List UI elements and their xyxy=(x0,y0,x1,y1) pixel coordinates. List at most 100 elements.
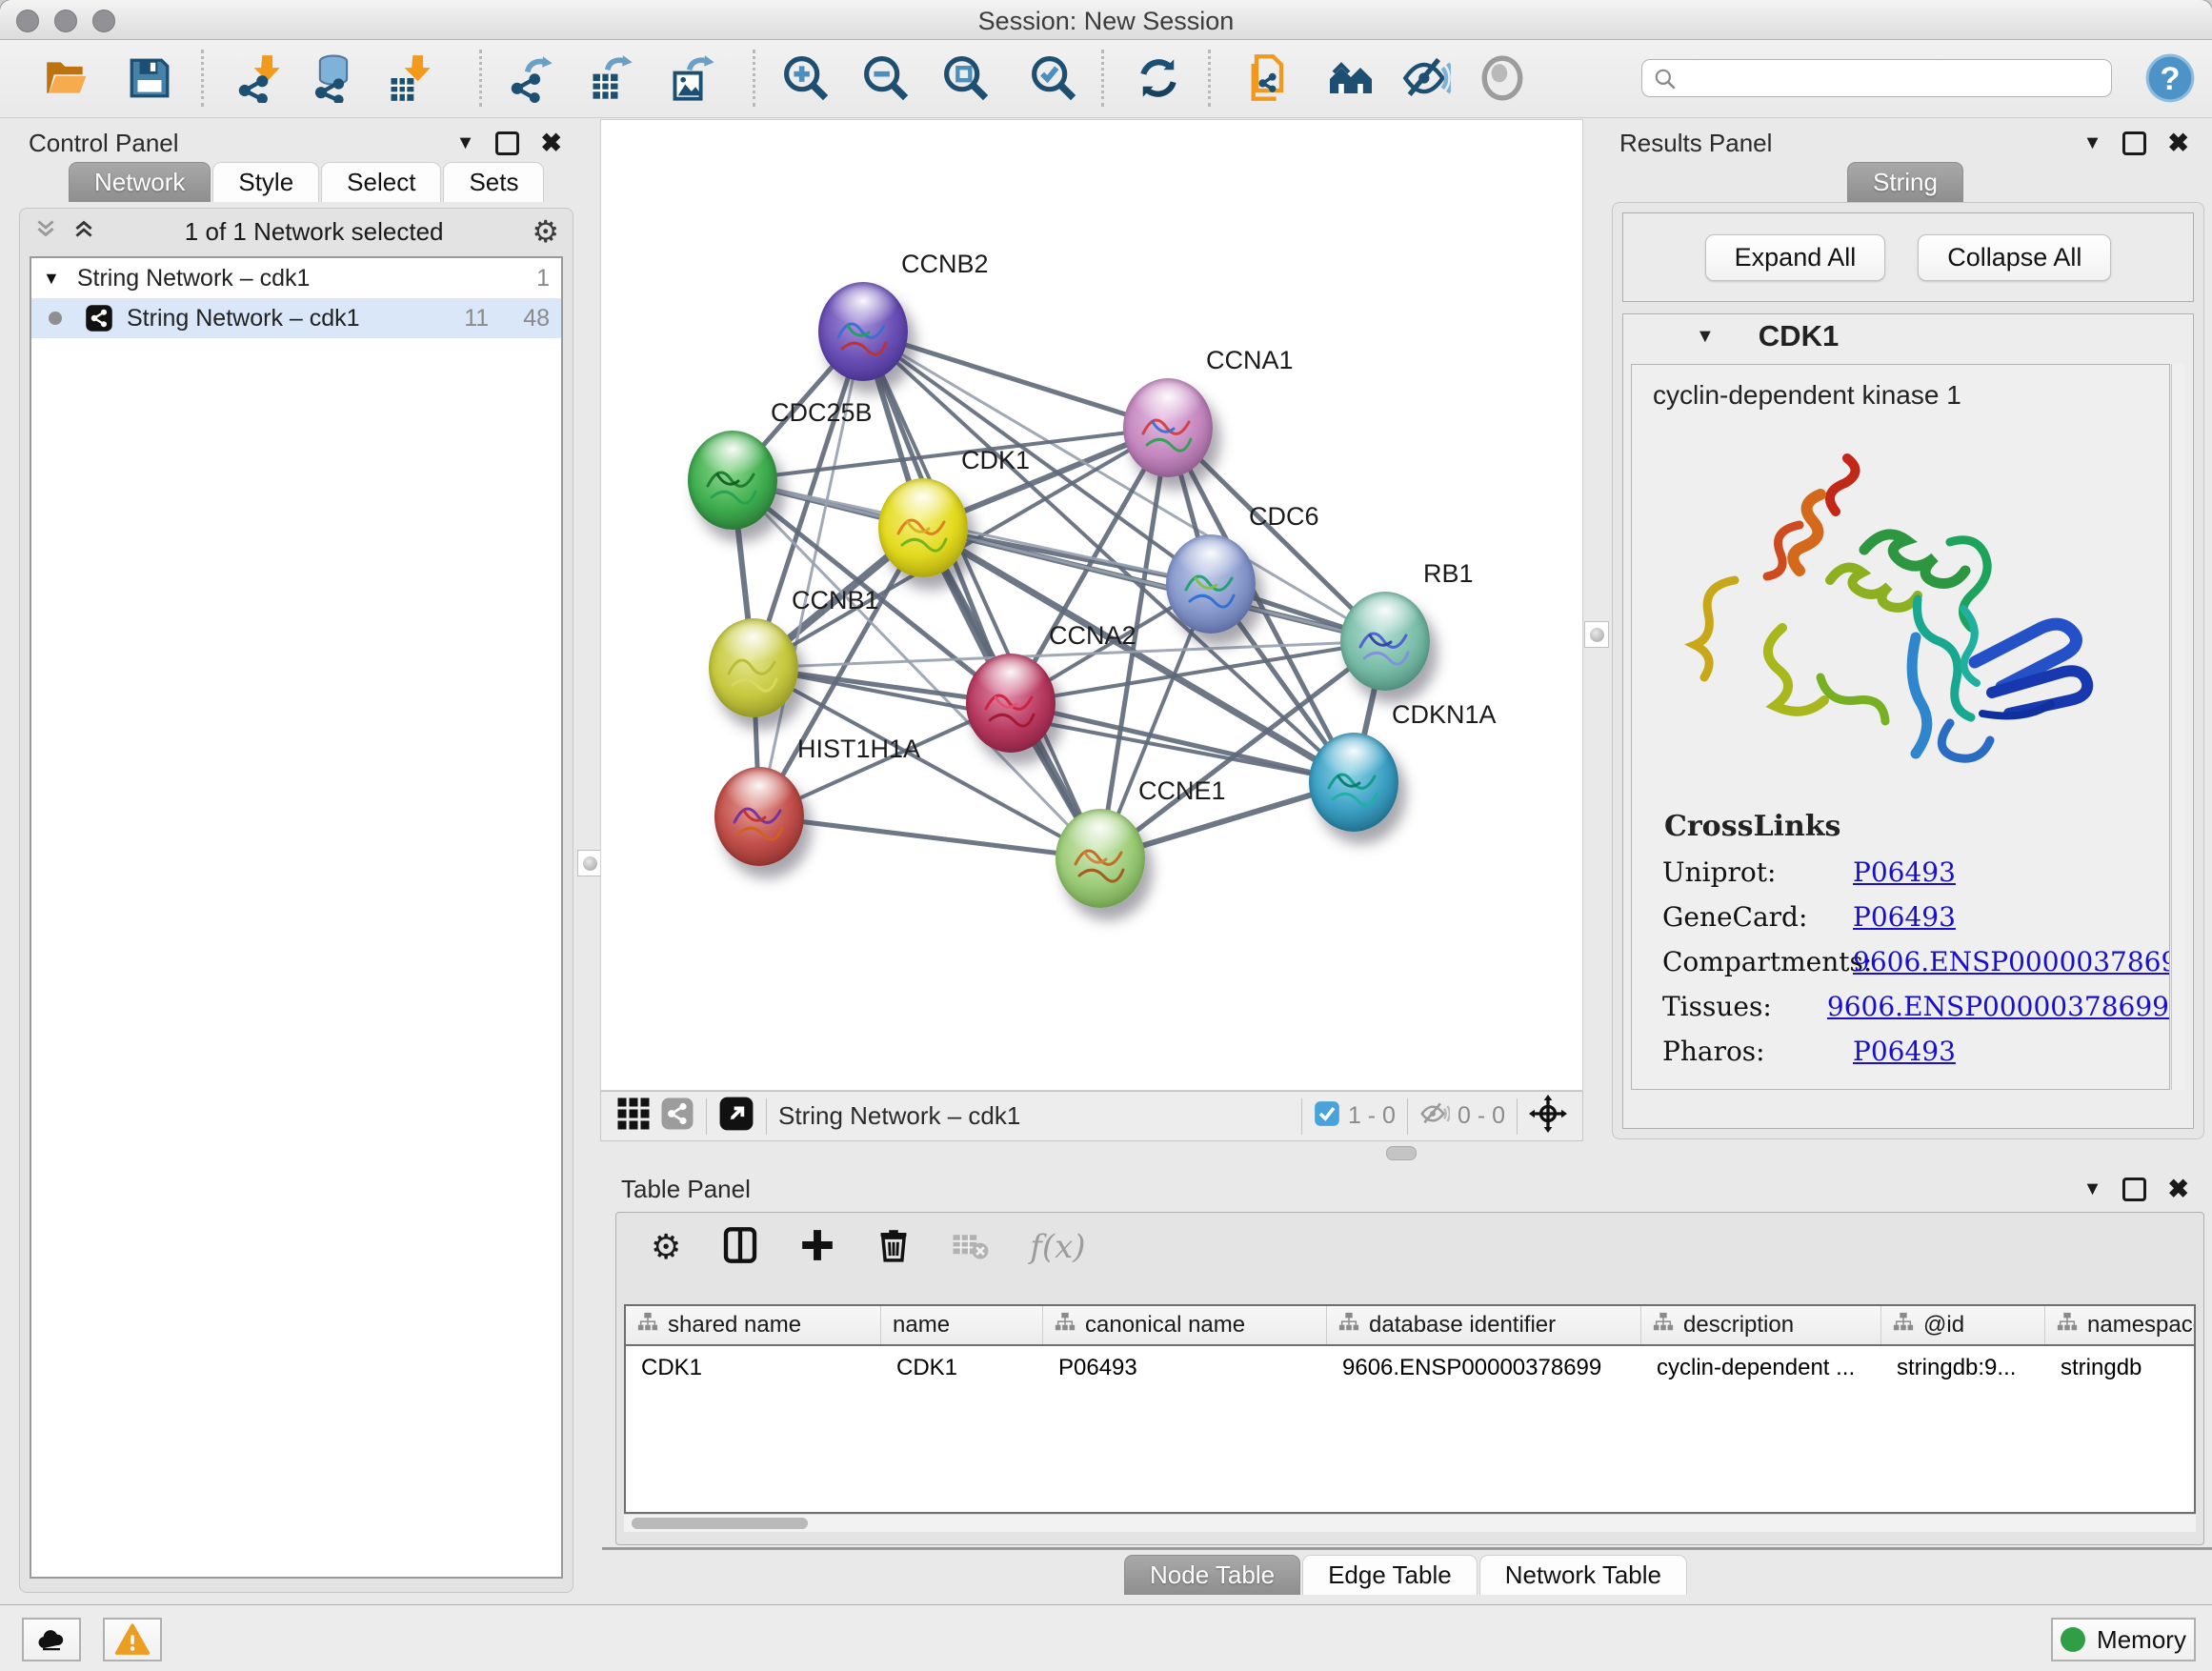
export-network-icon[interactable] xyxy=(507,53,556,103)
show-neighbors-icon[interactable] xyxy=(1326,53,1376,103)
cloud-status-button[interactable] xyxy=(22,1618,81,1661)
import-table-icon[interactable] xyxy=(385,53,434,103)
table-hscrollbar[interactable] xyxy=(624,1514,2196,1532)
help-icon[interactable]: ? xyxy=(2145,53,2195,103)
zoom-out-icon[interactable] xyxy=(861,53,911,103)
column-header-name[interactable]: name xyxy=(881,1306,1043,1344)
network-node-CCNE1[interactable] xyxy=(1056,809,1145,908)
crosslink-link[interactable]: 9606.ENSP00000378699 xyxy=(1853,946,2170,977)
left-splitter-handle[interactable] xyxy=(577,850,602,876)
tab-node-table[interactable]: Node Table xyxy=(1124,1555,1300,1595)
network-node-CDC6[interactable] xyxy=(1166,534,1256,634)
gene-section-header[interactable]: ▼ CDK1 xyxy=(1623,314,2193,358)
tab-select[interactable]: Select xyxy=(321,162,441,202)
column-header-description[interactable]: description xyxy=(1641,1306,1881,1344)
collection-expander-icon[interactable]: ▼ xyxy=(43,269,60,289)
warning-status-button[interactable] xyxy=(103,1618,162,1661)
duplicate-network-icon[interactable] xyxy=(1244,53,1294,103)
save-session-icon[interactable] xyxy=(125,53,174,103)
section-expander-icon[interactable]: ▼ xyxy=(1696,326,1715,348)
table-cell[interactable]: CDK1 xyxy=(881,1346,1043,1388)
column-header-namespace[interactable]: namespace xyxy=(2045,1306,2196,1344)
crosslink-link[interactable]: P06493 xyxy=(1853,1036,1956,1067)
network-node-CDC25B[interactable] xyxy=(688,431,777,530)
column-header-label: @id xyxy=(1923,1312,1964,1339)
collapse-all-button[interactable]: Collapse All xyxy=(1918,234,2111,281)
show-columns-icon[interactable] xyxy=(721,1226,759,1269)
panel-menu-icon[interactable]: ▼ xyxy=(456,132,475,154)
table-row[interactable]: CDK1CDK1P064939606.ENSP00000378699cyclin… xyxy=(626,1346,2194,1388)
network-node-HIST1H1A[interactable] xyxy=(714,767,804,866)
network-edge-CCNB2-CCNE1[interactable] xyxy=(863,332,1100,858)
tab-style[interactable]: Style xyxy=(212,162,319,202)
zoom-selected-icon[interactable] xyxy=(1029,53,1078,103)
tab-network[interactable]: Network xyxy=(69,162,211,202)
crosslink-link[interactable]: P06493 xyxy=(1853,856,1956,888)
network-node-CCNA2[interactable] xyxy=(966,654,1056,753)
panel-float-icon[interactable] xyxy=(2122,1178,2146,1201)
birdseye-view-icon[interactable] xyxy=(616,1097,651,1136)
column-header-canonical-name[interactable]: canonical name xyxy=(1043,1306,1327,1344)
results-scrollbar[interactable] xyxy=(2171,364,2185,1090)
zoom-in-icon[interactable] xyxy=(781,53,831,103)
hide-selected-icon[interactable] xyxy=(1401,53,1451,103)
table-cell[interactable]: 9606.ENSP00000378699 xyxy=(1327,1346,1641,1388)
string-style-icon[interactable] xyxy=(660,1097,694,1136)
table-header-row[interactable]: shared namenamecanonical namedatabase id… xyxy=(626,1306,2194,1346)
fit-selected-crosshair-icon[interactable] xyxy=(1529,1095,1567,1137)
import-network-file-icon[interactable] xyxy=(234,53,284,103)
panel-close-icon[interactable]: ✖ xyxy=(2167,129,2189,158)
network-node-RB1[interactable] xyxy=(1340,592,1430,691)
column-header-id[interactable]: @id xyxy=(1881,1306,2045,1344)
crosslink-link[interactable]: P06493 xyxy=(1853,901,1956,933)
selected-checkbox-icon[interactable] xyxy=(1314,1100,1340,1132)
network-node-CDK1[interactable] xyxy=(878,478,968,577)
network-node-CCNB1[interactable] xyxy=(709,618,798,717)
network-node-CCNB2[interactable] xyxy=(818,282,908,381)
expand-all-networks-icon[interactable] xyxy=(71,216,96,248)
network-edge-CCNB2-CCNA1[interactable] xyxy=(863,332,1168,428)
collapse-all-networks-icon[interactable] xyxy=(33,216,58,248)
panel-close-icon[interactable]: ✖ xyxy=(540,129,562,158)
table-cell[interactable]: stringdb:9... xyxy=(1881,1346,2045,1388)
network-row[interactable]: String Network – cdk1 11 48 xyxy=(31,298,561,338)
panel-menu-icon[interactable]: ▼ xyxy=(2083,132,2102,154)
show-hidden-icon[interactable] xyxy=(1478,53,1527,103)
panel-menu-icon[interactable]: ▼ xyxy=(2083,1178,2102,1200)
refresh-layout-icon[interactable] xyxy=(1134,53,1183,103)
panel-close-icon[interactable]: ✖ xyxy=(2167,1175,2189,1204)
table-cell[interactable]: cyclin-dependent ... xyxy=(1641,1346,1881,1388)
create-column-icon[interactable] xyxy=(799,1227,835,1268)
tab-network-table[interactable]: Network Table xyxy=(1479,1555,1687,1595)
delete-column-icon[interactable] xyxy=(875,1227,912,1268)
zoom-fit-icon[interactable] xyxy=(941,53,991,103)
export-view-icon[interactable] xyxy=(718,1096,754,1137)
table-cell[interactable]: P06493 xyxy=(1043,1346,1327,1388)
column-header-database-identifier[interactable]: database identifier xyxy=(1327,1306,1641,1344)
crosslink-link[interactable]: 9606.ENSP00000378699 xyxy=(1827,991,2169,1022)
network-node-CDKN1A[interactable] xyxy=(1309,733,1398,832)
tab-edge-table[interactable]: Edge Table xyxy=(1302,1555,1478,1595)
column-header-shared-name[interactable]: shared name xyxy=(626,1306,881,1344)
expand-all-button[interactable]: Expand All xyxy=(1705,234,1886,281)
bottom-splitter-handle[interactable] xyxy=(1386,1146,1417,1160)
export-table-icon[interactable] xyxy=(587,53,636,103)
network-node-CCNA1[interactable] xyxy=(1123,378,1213,477)
network-collection-row[interactable]: ▼ String Network – cdk1 1 xyxy=(31,258,561,298)
tab-sets[interactable]: Sets xyxy=(443,162,544,202)
panel-float-icon[interactable] xyxy=(495,131,519,155)
tab-string[interactable]: String xyxy=(1847,162,1963,202)
import-network-database-icon[interactable] xyxy=(309,53,358,103)
memory-button[interactable]: Memory xyxy=(2051,1618,2196,1661)
search-input[interactable] xyxy=(1641,59,2112,97)
hidden-eye-icon[interactable] xyxy=(1419,1098,1450,1134)
table-cell[interactable]: CDK1 xyxy=(626,1346,881,1388)
network-edge-HIST1H1A-CCNE1[interactable] xyxy=(759,816,1100,858)
network-options-gear-icon[interactable]: ⚙ xyxy=(532,213,559,250)
table-cell[interactable]: stringdb xyxy=(2045,1346,2196,1388)
network-canvas[interactable]: CCNB2CCNA1CDC25BCDK1CDC6RB1CCNB1CCNA2CDK… xyxy=(600,119,1583,1091)
export-image-icon[interactable] xyxy=(669,53,718,103)
panel-float-icon[interactable] xyxy=(2122,131,2146,155)
table-options-gear-icon[interactable]: ⚙ xyxy=(651,1227,681,1267)
open-file-icon[interactable] xyxy=(42,53,91,103)
